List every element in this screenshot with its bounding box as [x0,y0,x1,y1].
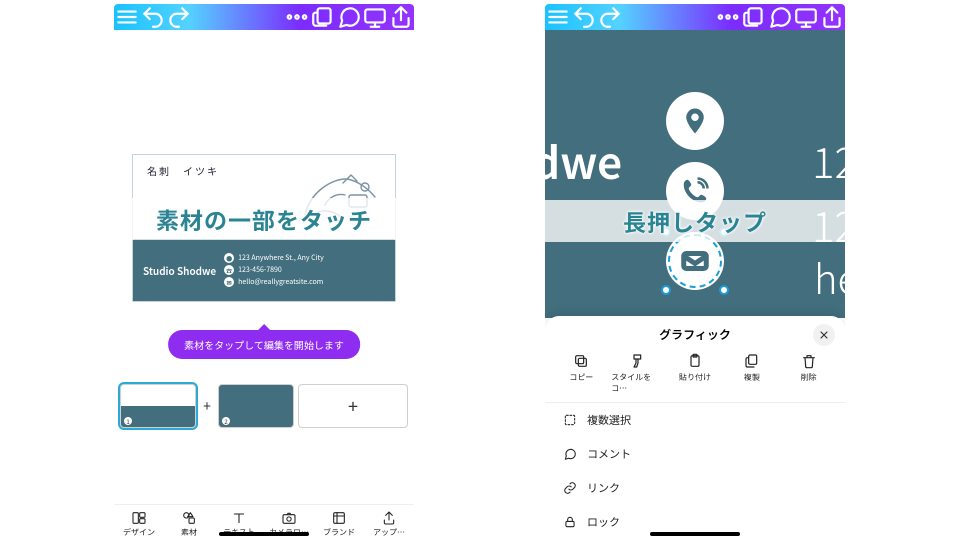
sheet-title: グラフィック [545,316,845,349]
text-fragment-odwe: odwe [545,128,622,192]
resize-handle-icon[interactable] [719,285,729,295]
home-indicator [219,532,309,536]
tool-elements[interactable]: 素材 [164,507,214,540]
card-info-band: Studio Shodwe ● 123 Anywhere St., Any Cit… [133,239,395,301]
zoomed-canvas[interactable]: odwe 12 12 he 長押しタップ [545,30,845,318]
card-contact-list: ● 123 Anywhere St., Any City ☎ 123-456-789… [224,253,324,287]
home-indicator [650,532,740,536]
context-sheet: グラフィック コピー スタイルをコ… 貼り付け 複製 削除 複数選択 コメント … [545,316,845,540]
more-icon[interactable] [284,4,310,30]
tool-brand[interactable]: ブランド [314,507,364,540]
card-email: hello@reallygreatsite.com [238,277,323,287]
pin-icon: ● [224,253,234,263]
card-studio-name: Studio Shodwe [143,263,216,278]
sheet-list: 複数選択 コメント リンク ロック タイミングを表示 [545,402,845,540]
action-style-copy[interactable]: スタイルをコ… [611,353,665,394]
tooltip-text: 素材をタップして編集を開始します [184,337,344,352]
action-delete[interactable]: 削除 [782,353,836,394]
action-copy[interactable]: コピー [554,353,608,394]
present-icon[interactable] [362,4,388,30]
insert-between-icon[interactable]: + [200,399,214,413]
canvas-area[interactable]: 名刺 イツキ Studio Shodwe ● 123 Anywhere St., … [114,30,414,465]
menu-icon[interactable] [545,4,571,30]
undo-icon[interactable] [571,4,597,30]
present-icon[interactable] [793,4,819,30]
action-duplicate[interactable]: 複製 [725,353,779,394]
phone-right: odwe 12 12 he 長押しタップ グラフィック コピー スタイルをコ… … [545,4,845,540]
text-fragment-he: he [814,248,845,306]
undo-icon[interactable] [140,4,166,30]
resize-handle-icon[interactable] [661,285,671,295]
card-address: 123 Anywhere St., Any City [238,253,324,263]
comment-icon[interactable] [336,4,362,30]
row-link[interactable]: リンク [545,471,845,505]
pages-icon[interactable] [741,4,767,30]
sheet-actions: コピー スタイルをコ… 貼り付け 複製 削除 [545,349,845,402]
row-comment[interactable]: コメント [545,437,845,471]
menu-icon[interactable] [114,4,140,30]
app-header [545,4,845,30]
tool-design[interactable]: デザイン [114,507,164,540]
location-pin-icon[interactable] [666,92,724,150]
comment-icon[interactable] [767,4,793,30]
phone-icon: ☎ [224,265,234,275]
row-multi-select[interactable]: 複数選択 [545,403,845,437]
page-thumbnails: 1 + 2 + [114,383,414,429]
circle-icon-column [666,92,724,290]
add-page-button[interactable]: + [298,384,408,428]
pages-icon[interactable] [310,4,336,30]
page-thumb-1[interactable]: 1 [120,384,196,428]
caption-right: 長押しタップ [623,204,767,238]
redo-icon[interactable] [166,4,192,30]
tooltip-bubble: 素材をタップして編集を開始します [168,330,360,359]
share-icon[interactable] [819,4,845,30]
tool-upload[interactable]: アップ… [364,507,414,540]
app-header [114,4,414,30]
action-paste[interactable]: 貼り付け [668,353,722,394]
share-icon[interactable] [388,4,414,30]
caption-overlay: 長押しタップ [545,200,845,242]
card-phone: 123-456-7890 [238,265,282,275]
redo-icon[interactable] [597,4,623,30]
caption-overlay: 素材の一部をタッチ [114,198,414,240]
caption-left: 素材の一部をタッチ [156,202,372,236]
page-thumb-2[interactable]: 2 [218,384,294,428]
mail-icon: ✉ [224,277,234,287]
phone-left: 名刺 イツキ Studio Shodwe ● 123 Anywhere St., … [114,4,414,540]
more-icon[interactable] [715,4,741,30]
text-fragment-12a: 12 [812,130,845,191]
close-icon[interactable] [813,324,835,346]
card-role-text: 名刺 イツキ [147,163,219,178]
